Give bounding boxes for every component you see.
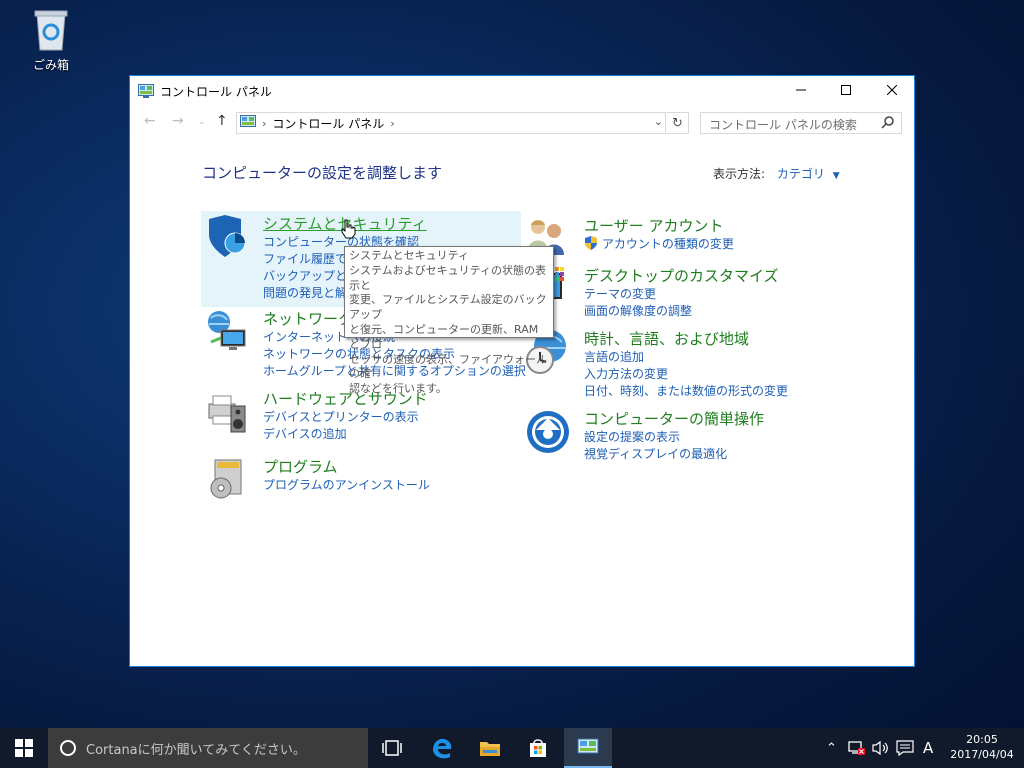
show-hidden-icons-button[interactable]: ⌃ (826, 728, 837, 768)
cortana-placeholder: Cortanaに何か聞いてみてください。 (86, 742, 306, 758)
close-button[interactable] (869, 76, 915, 104)
windows-logo-icon (15, 739, 33, 757)
address-row: ← → ⌄ ↑ › コントロール パネル › ⌄ ↻ コントロール パネルの検索 (130, 109, 914, 135)
control-panel-icon (577, 738, 599, 754)
chevron-down-icon[interactable]: ▼ (833, 171, 840, 181)
task-view-icon (382, 740, 402, 756)
recycle-bin-label: ごみ箱 (32, 58, 69, 72)
link-add-language[interactable]: 言語の追加 (584, 349, 788, 366)
search-input[interactable]: コントロール パネルの検索 (700, 112, 902, 134)
view-by-dropdown[interactable]: カテゴリ (777, 167, 825, 181)
category-user-accounts: ユーザー アカウント アカウントの種類の変更 (528, 215, 734, 255)
link-change-date-format[interactable]: 日付、時刻、または数値の形式の変更 (584, 383, 788, 400)
clock-date: 2017/04/04 (950, 748, 1014, 761)
cortana-icon (60, 740, 76, 756)
category-title-user-accounts[interactable]: ユーザー アカウント (584, 215, 734, 236)
category-desktop-customization: デスクトップのカスタマイズ テーマの変更 画面の解像度の調整 (528, 265, 779, 320)
recycle-bin-desktop-icon[interactable]: ごみ箱 (22, 8, 80, 73)
link-change-account-type[interactable]: アカウントの種類の変更 (584, 236, 734, 253)
link-setting-suggestions[interactable]: 設定の提案の表示 (584, 429, 764, 446)
breadcrumb-separator-icon[interactable]: › (390, 117, 394, 130)
link-devices-printers[interactable]: デバイスとプリンターの表示 (263, 409, 428, 426)
breadcrumb-separator-icon[interactable]: › (262, 117, 266, 130)
start-button[interactable] (0, 728, 48, 768)
recent-locations-chevron-icon[interactable]: ⌄ (198, 117, 206, 127)
action-center-button[interactable] (896, 728, 914, 768)
store-taskbar-button[interactable] (514, 728, 562, 768)
taskbar: Cortanaに何か聞いてみてください。 ⌃ A 20:05 2017/04/0… (0, 728, 1024, 768)
link-add-device[interactable]: デバイスの追加 (263, 426, 428, 443)
tooltip-line: セッサの速度の表示、ファイアウォールの確 (349, 352, 547, 381)
category-programs: プログラム プログラムのアンインストール (210, 456, 430, 499)
link-optimize-display[interactable]: 視覚ディスプレイの最適化 (584, 446, 764, 463)
control-panel-window: コントロール パネル ← → ⌄ ↑ › コントロール パネル › ⌄ ↻ コン… (129, 75, 915, 667)
tooltip-line: システムおよびセキュリティの状態の表示と (349, 263, 547, 292)
link-adjust-resolution[interactable]: 画面の解像度の調整 (584, 303, 779, 320)
cortana-search-box[interactable]: Cortanaに何か聞いてみてください。 (48, 728, 368, 768)
task-view-button[interactable] (368, 728, 416, 768)
chevron-up-icon: ⌃ (826, 740, 837, 756)
clock-time: 20:05 (966, 733, 998, 746)
page-heading: コンピューターの設定を調整します (202, 164, 443, 182)
recycle-bin-icon (31, 8, 71, 52)
edge-browser-icon (433, 738, 452, 759)
link-change-theme[interactable]: テーマの変更 (584, 286, 779, 303)
view-by-label: 表示方法: (713, 167, 766, 181)
breadcrumb-control-panel[interactable]: コントロール パネル (272, 115, 384, 132)
link-uninstall-program[interactable]: プログラムのアンインストール (263, 477, 430, 494)
window-title: コントロール パネル (160, 85, 272, 99)
file-explorer-taskbar-button[interactable] (466, 728, 514, 768)
category-title-desktop-customization[interactable]: デスクトップのカスタマイズ (584, 265, 779, 286)
refresh-button[interactable]: ↻ (667, 112, 689, 134)
view-by-selector: 表示方法: カテゴリ ▼ (713, 165, 840, 182)
up-arrow-icon[interactable]: ↑ (216, 113, 228, 129)
minimize-icon (796, 89, 806, 91)
folder-icon (480, 742, 500, 756)
forward-arrow-icon[interactable]: → (172, 113, 184, 129)
tooltip-line: 認などを行います。 (349, 382, 447, 396)
control-panel-taskbar-button[interactable] (564, 728, 612, 768)
back-arrow-icon[interactable]: ← (144, 113, 156, 129)
speaker-icon (872, 740, 888, 756)
ime-indicator[interactable]: A (923, 728, 933, 768)
maximize-button[interactable] (823, 76, 869, 104)
notification-icon (896, 740, 914, 756)
category-tooltip: システムとセキュリティ システムおよびセキュリティの状態の表示と 変更、ファイル… (344, 246, 554, 395)
link-change-input-method[interactable]: 入力方法の変更 (584, 366, 788, 383)
search-icon[interactable] (881, 115, 895, 132)
programs-disc-icon (203, 456, 251, 504)
network-disconnected-icon (848, 741, 865, 755)
store-bag-icon (530, 739, 546, 757)
network-tray-button[interactable] (848, 728, 866, 768)
tooltip-line: と復元、コンピューターの更新、RAM とプロ (349, 322, 539, 351)
clock[interactable]: 20:05 2017/04/04 (946, 732, 1018, 762)
refresh-icon: ↻ (672, 115, 683, 131)
maximize-icon (841, 85, 851, 95)
close-icon (887, 85, 897, 95)
address-dropdown-icon[interactable]: ⌄ (654, 115, 663, 128)
hand-cursor-icon (340, 219, 356, 243)
search-placeholder: コントロール パネルの検索 (709, 118, 857, 132)
category-title-ease-of-access[interactable]: コンピューターの簡単操作 (584, 408, 764, 429)
category-ease-of-access: コンピューターの簡単操作 設定の提案の表示 視覚ディスプレイの最適化 (527, 408, 764, 463)
edge-taskbar-button[interactable] (418, 728, 466, 768)
category-clock-language-region: 時計、言語、および地域 言語の追加 入力方法の変更 日付、時刻、または数値の形式… (526, 328, 788, 400)
title-bar[interactable]: コントロール パネル (130, 76, 914, 104)
tooltip-line: 変更、ファイルとシステム設定のバックアップ (349, 293, 547, 322)
tooltip-line: システムとセキュリティ (349, 249, 470, 262)
address-bar[interactable]: › コントロール パネル › ⌄ (236, 112, 666, 134)
network-globe-icon (203, 308, 251, 356)
category-title-clock-language-region[interactable]: 時計、言語、および地域 (584, 328, 788, 349)
volume-tray-button[interactable] (872, 728, 890, 768)
shield-icon (203, 213, 251, 261)
minimize-button[interactable] (778, 76, 824, 104)
printer-speaker-icon (203, 388, 251, 436)
ease-of-access-icon (524, 408, 572, 456)
control-panel-breadcrumb-icon (240, 114, 256, 132)
uac-shield-icon (585, 236, 597, 250)
category-title-programs[interactable]: プログラム (263, 456, 430, 477)
control-panel-icon (138, 83, 154, 102)
